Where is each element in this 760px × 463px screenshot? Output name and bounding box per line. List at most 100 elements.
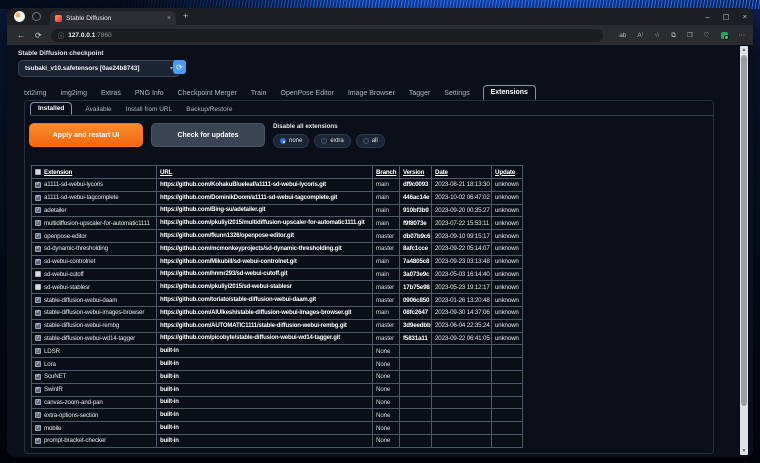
radio-extra[interactable]: extra — [314, 134, 351, 148]
subtab-installed[interactable]: Installed — [30, 102, 73, 115]
workspaces-icon[interactable] — [32, 12, 41, 21]
maximize-button[interactable]: ▢ — [723, 12, 730, 21]
extension-checkbox[interactable]: ✓ — [35, 412, 41, 419]
tab-train[interactable]: Train — [250, 87, 268, 100]
adblock-extension-icon[interactable] — [720, 31, 729, 40]
scrollbar-thumb[interactable] — [741, 55, 747, 406]
tab-img2img[interactable]: img2img — [60, 87, 88, 100]
subtab-available[interactable]: Available — [84, 104, 112, 115]
extension-checkbox[interactable]: ✓ — [35, 361, 41, 368]
extension-checkbox[interactable] — [35, 284, 41, 291]
header-cell-branch[interactable]: Branch — [373, 166, 400, 179]
extension-checkbox[interactable]: ✓ — [35, 245, 41, 252]
extension-checkbox[interactable] — [35, 271, 41, 278]
tab-checkpoint-merger[interactable]: Checkpoint Merger — [177, 87, 238, 100]
tab-png-info[interactable]: PNG Info — [134, 87, 165, 100]
browser-profile-icon[interactable] — [14, 11, 25, 22]
tab-close-icon[interactable]: × — [167, 15, 171, 22]
extension-checkbox[interactable]: ✓ — [35, 309, 41, 316]
subtab-backup-restore[interactable]: Backup/Restore — [185, 104, 233, 115]
extension-checkbox[interactable]: ✓ — [35, 181, 41, 188]
cell-extension: ✓ a1111-sd-webui-tagcomplete — [32, 191, 157, 205]
checkpoint-refresh-button[interactable]: ⟳ — [173, 60, 186, 74]
cell-update: unknown — [492, 268, 523, 282]
tab-image-browser[interactable]: Image Browser — [347, 87, 396, 100]
cell-url: https://github.com/pkuliyi2015/sd-webui-… — [157, 281, 373, 295]
extension-checkbox[interactable]: ✓ — [35, 220, 41, 227]
extension-checkbox[interactable]: ✓ — [35, 207, 41, 214]
cell-extension: ✓ extra-options-section — [32, 409, 157, 423]
radio-all[interactable]: all — [355, 134, 385, 148]
table-row: ✓ sd-dynamic-thresholding https://github.c… — [32, 242, 523, 256]
immersive-reader-icon[interactable]: ab — [619, 32, 626, 39]
header-cell-version[interactable]: Version — [400, 166, 432, 179]
cell-update — [492, 383, 523, 397]
extension-checkbox[interactable]: ✓ — [35, 335, 41, 342]
cell-extension: ✓ canvas-zoom-and-pan — [32, 396, 157, 410]
split-screen-icon[interactable]: ⧉ — [671, 32, 676, 39]
extension-checkbox[interactable]: ✓ — [35, 297, 41, 304]
tab-extensions[interactable]: Extensions — [482, 85, 536, 100]
radio-none[interactable]: none — [273, 134, 310, 148]
header-cell-extension[interactable]: Extension — [32, 166, 157, 179]
cell-url: built-in — [157, 396, 373, 410]
cell-url: built-in — [157, 422, 373, 435]
extension-name: sd-dynamic-thresholding — [44, 245, 108, 253]
extension-checkbox[interactable]: ✓ — [35, 386, 41, 393]
extension-name: multidiffusion-upscaler-for-automatic111… — [44, 219, 150, 227]
cell-date: 2023-05-03 16:14:40 — [432, 268, 492, 282]
extension-checkbox[interactable]: ✓ — [35, 322, 41, 329]
back-icon[interactable]: ← — [17, 31, 25, 40]
cell-update: unknown — [492, 306, 523, 320]
cell-extension: ✓ ScuNET — [32, 370, 157, 384]
extension-checkbox[interactable]: ✓ — [35, 258, 41, 265]
cell-branch: None — [373, 345, 400, 359]
extension-checkbox[interactable]: ✓ — [35, 348, 41, 355]
check-updates-button[interactable]: Check for updates — [151, 123, 265, 147]
new-tab-button[interactable]: + — [183, 12, 188, 21]
cell-update — [492, 396, 523, 410]
extension-name: a1111-sd-webui-tagcomplete — [44, 194, 119, 202]
scroll-down-icon[interactable]: ▼ — [740, 447, 748, 455]
subtab-install-from-url[interactable]: Install from URL — [125, 104, 174, 115]
address-bar[interactable]: ⓘ 127.0.0.1 :7860 — [50, 28, 603, 42]
extensions-table: Extension URL Branch Version Date Update ✓ a111… — [31, 165, 523, 448]
refresh-icon[interactable]: ⟳ — [35, 31, 42, 40]
header-cell-url[interactable]: URL — [157, 166, 373, 179]
close-button[interactable]: × — [743, 12, 747, 21]
radio-label: all — [371, 138, 378, 144]
checkpoint-dropdown[interactable]: tsubaki_v10.safetensors [0ae24b8743] ▾ — [18, 60, 180, 77]
browser-tab-stable-diffusion[interactable]: Stable Diffusion × — [50, 11, 176, 25]
more-menu-icon[interactable]: ⋯ — [739, 32, 746, 39]
extension-checkbox[interactable]: ✓ — [35, 373, 41, 380]
tab-tagger[interactable]: Tagger — [408, 87, 431, 100]
tab-txt2img[interactable]: txt2img — [23, 87, 48, 100]
cell-branch: None — [373, 409, 400, 423]
cell-branch: master — [373, 294, 400, 307]
site-info-icon[interactable]: ⓘ — [58, 30, 65, 40]
scroll-up-icon[interactable]: ▲ — [740, 46, 748, 54]
extension-checkbox[interactable]: ✓ — [35, 437, 41, 444]
tab-extras[interactable]: Extras — [100, 87, 122, 100]
page-scrollbar[interactable]: ▲ ▼ — [740, 46, 748, 455]
extension-checkbox[interactable]: ✓ — [35, 233, 41, 240]
header-cell-date[interactable]: Date — [432, 166, 492, 179]
tab-settings[interactable]: Settings — [443, 87, 470, 100]
cell-version — [400, 358, 432, 371]
minimize-button[interactable]: – — [705, 12, 709, 21]
extension-checkbox[interactable]: ✓ — [35, 425, 41, 432]
cell-url: built-in — [157, 370, 373, 384]
table-row: ✓ a1111-sd-webui-tagcomplete https://githu… — [32, 191, 523, 205]
header-cell-update[interactable]: Update — [492, 166, 523, 179]
extension-checkbox[interactable]: ✓ — [35, 194, 41, 201]
desktop-wallpaper: Stable Diffusion × + – ▢ × ← ⟳ ⓘ 127.0.0.1… — [0, 0, 760, 463]
apply-restart-button[interactable]: Apply and restart UI — [29, 123, 143, 147]
read-aloud-icon[interactable]: A⁾ — [637, 32, 643, 39]
select-all-checkbox[interactable] — [35, 169, 41, 175]
collections-icon[interactable]: ❐ — [687, 32, 693, 39]
table-row: sd-webui-cutoff https://github.com/hnmr29… — [32, 268, 523, 282]
browser-essentials-icon[interactable]: ♡ — [704, 32, 710, 39]
extension-checkbox[interactable]: ✓ — [35, 399, 41, 406]
tab-openpose-editor[interactable]: OpenPose Editor — [280, 87, 335, 100]
favorites-icon[interactable]: ☆ — [654, 32, 660, 39]
